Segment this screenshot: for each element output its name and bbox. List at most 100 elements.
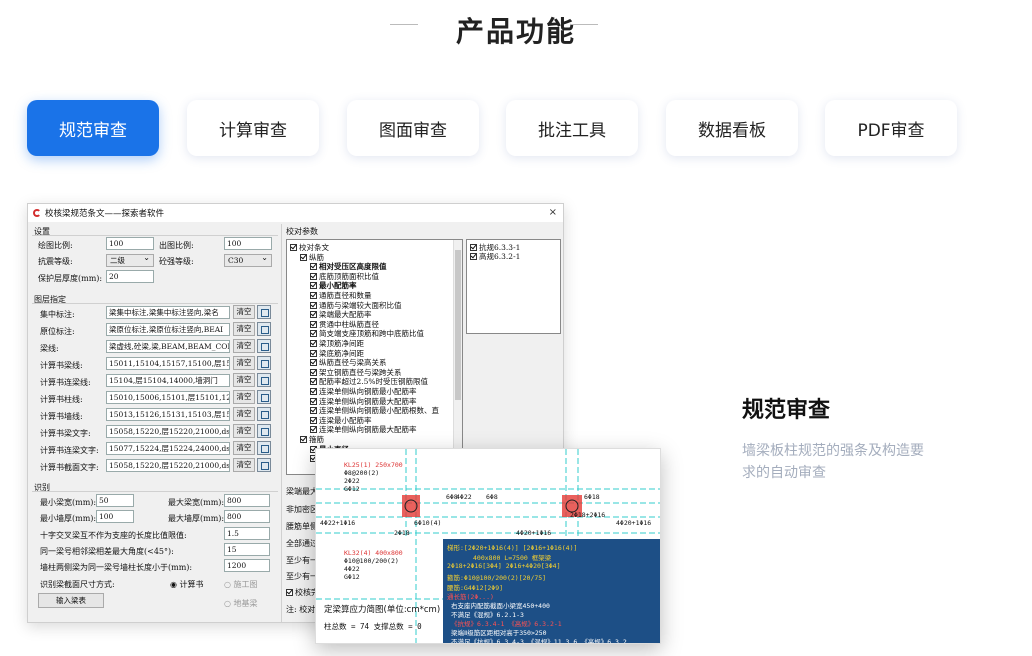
clear-button[interactable]: 清空 <box>233 339 255 353</box>
tab-calc-review[interactable]: 计算审查 <box>187 100 319 156</box>
checkbox-icon[interactable] <box>310 416 317 424</box>
radio-construction-drawing[interactable]: ○ 施工图 <box>224 579 258 590</box>
tree-item[interactable]: 配筋率超过2.5%时受压钢筋限值 <box>310 377 428 386</box>
tree-item[interactable]: 连梁单侧纵向钢筋最小配筋率 <box>310 387 417 396</box>
layer-row-input[interactable]: 15104,层15104,14000,墙洞门 <box>106 374 230 387</box>
tree-item[interactable]: 最小配筋率 <box>310 281 357 290</box>
pick-layer-icon[interactable] <box>257 441 271 455</box>
wall-length-input[interactable]: 1200 <box>224 559 270 572</box>
layer-row-input[interactable]: 梁原位标注,梁原位标注竖向,BEAI <box>106 323 230 336</box>
pick-layer-icon[interactable] <box>257 339 271 353</box>
checkbox-icon[interactable] <box>310 407 317 415</box>
list-item[interactable]: 高规6.3.2-1 <box>470 252 520 261</box>
pick-layer-icon[interactable] <box>257 407 271 421</box>
checkbox-icon[interactable] <box>310 292 317 299</box>
radio-foundation-beam[interactable]: ○ 地基梁 <box>224 598 258 609</box>
out-scale-input[interactable]: 100 <box>224 237 272 250</box>
tree-item[interactable]: 连梁最小配筋率 <box>310 416 372 425</box>
checkbox-icon[interactable] <box>310 340 317 347</box>
pick-layer-icon[interactable] <box>257 373 271 387</box>
tree-item[interactable]: 简支端支座顶筋和跨中底筋比值 <box>310 329 424 338</box>
concrete-select[interactable]: C30 <box>224 252 272 267</box>
checkbox-icon[interactable] <box>310 301 317 309</box>
tab-data-dashboard[interactable]: 数据看板 <box>666 100 798 156</box>
tree-item[interactable]: 纵筋 <box>300 253 324 262</box>
checkbox-icon[interactable] <box>310 330 317 338</box>
max-wall-thickness-input[interactable]: 800 <box>224 510 270 523</box>
tree-item[interactable]: 纵筋直径与梁高关系 <box>310 358 387 367</box>
checkbox-icon[interactable] <box>300 436 307 443</box>
checkbox-icon[interactable] <box>286 589 293 596</box>
checkbox-icon[interactable] <box>310 263 317 271</box>
checkbox-icon[interactable] <box>310 388 317 395</box>
code-reference-list[interactable]: 抗规6.3.3-1 高规6.3.2-1 <box>466 239 561 334</box>
tab-spec-review[interactable]: 规范审查 <box>27 100 159 156</box>
tree-item[interactable]: 贯通中柱纵筋直径 <box>310 320 379 329</box>
tree-item[interactable]: 底筋顶筋面积比值 <box>310 272 379 281</box>
clear-button[interactable]: 清空 <box>233 424 255 438</box>
pick-layer-icon[interactable] <box>257 356 271 370</box>
clear-button[interactable]: 清空 <box>233 441 255 455</box>
tab-pdf-review[interactable]: PDF审查 <box>825 100 957 156</box>
tree-scrollbar[interactable] <box>453 240 462 474</box>
tree-item[interactable]: 梁端最大配筋率 <box>310 310 372 319</box>
checkbox-icon[interactable] <box>290 244 297 251</box>
checkbox-icon[interactable] <box>310 426 317 434</box>
checkbox-icon[interactable] <box>310 282 317 290</box>
checkbox-icon[interactable] <box>310 368 317 376</box>
clear-button[interactable]: 清空 <box>233 356 255 370</box>
tree-item[interactable]: 通筋直径和数量 <box>310 291 372 300</box>
list-item[interactable]: 抗规6.3.3-1 <box>470 243 520 252</box>
checkbox-icon[interactable] <box>310 349 317 357</box>
checkbox-icon[interactable] <box>310 378 317 386</box>
radio-calc-book[interactable]: ◉ 计算书 <box>170 579 204 590</box>
pick-layer-icon[interactable] <box>257 322 271 336</box>
checkbox-icon[interactable] <box>300 253 307 261</box>
angle-input[interactable]: 15 <box>224 543 270 556</box>
min-wall-thickness-input[interactable]: 100 <box>96 510 134 523</box>
pick-layer-icon[interactable] <box>257 305 271 319</box>
tab-drawing-review[interactable]: 图面审查 <box>347 100 479 156</box>
pick-layer-icon[interactable] <box>257 424 271 438</box>
tree-item[interactable]: 通筋与梁端较大面积比值 <box>310 301 402 310</box>
cover-input[interactable]: 20 <box>106 270 154 283</box>
tab-annotation-tool[interactable]: 批注工具 <box>506 100 638 156</box>
tree-item[interactable]: 箍筋 <box>300 435 324 444</box>
checkbox-icon[interactable] <box>470 253 477 260</box>
checkbox-icon[interactable] <box>310 397 317 405</box>
checkbox-icon[interactable] <box>310 320 317 328</box>
tree-item[interactable]: 相对受压区高度限值 <box>310 262 387 271</box>
layer-row-input[interactable]: 15013,15126,15131,15103,层1510 <box>106 408 230 421</box>
clear-button[interactable]: 清空 <box>233 373 255 387</box>
tree-item[interactable]: 连梁单侧纵向钢筋最大配筋率 <box>310 397 417 406</box>
tree-item[interactable]: 校对条文 <box>290 243 329 252</box>
layer-row-input[interactable]: 15011,15104,15157,15100,层1510 <box>106 357 230 370</box>
check-items-tree[interactable]: 校对条文 纵筋 相对受压区高度限值 底筋顶筋面积比值 最小配筋率 通筋直径和数量 通筋与梁端… <box>286 239 463 475</box>
tree-item[interactable]: 架立钢筋直径与梁跨关系 <box>310 368 402 377</box>
checkbox-icon[interactable] <box>470 244 477 251</box>
layer-row-input[interactable]: 梁虚线,砼梁,梁,BEAM,BEAM_CON,B <box>106 340 230 353</box>
clear-button[interactable]: 清空 <box>233 305 255 319</box>
layer-row-input[interactable]: 15058,15220,层15220,21000,dspt <box>106 459 230 472</box>
layer-row-input[interactable]: 15010,15006,15101,层15101,1200 <box>106 391 230 404</box>
checkbox-icon[interactable] <box>310 311 317 319</box>
clear-button[interactable]: 清空 <box>233 407 255 421</box>
scale-input[interactable]: 100 <box>106 237 154 250</box>
min-beam-width-input[interactable]: 50 <box>96 494 134 507</box>
input-beam-table-button[interactable]: 输入梁表 <box>38 593 104 608</box>
clear-button[interactable]: 清空 <box>233 458 255 472</box>
layer-row-input[interactable]: 梁集中标注,梁集中标注竖向,梁名 <box>106 306 230 319</box>
checkbox-icon[interactable] <box>310 359 317 367</box>
scrollbar-thumb[interactable] <box>455 250 461 400</box>
clear-button[interactable]: 清空 <box>233 390 255 404</box>
tree-item[interactable]: 梁底筋净间距 <box>310 349 364 358</box>
checkbox-icon[interactable] <box>310 272 317 280</box>
tree-item[interactable]: 连梁单侧纵向钢筋最小配筋根数、直 <box>310 406 439 415</box>
tree-item[interactable]: 梁顶筋净间距 <box>310 339 364 348</box>
cross-ratio-input[interactable]: 1.5 <box>224 527 270 540</box>
layer-row-input[interactable]: 15077,15224,层15224,24000,dspt <box>106 442 230 455</box>
clear-button[interactable]: 清空 <box>233 322 255 336</box>
pick-layer-icon[interactable] <box>257 390 271 404</box>
pick-layer-icon[interactable] <box>257 458 271 472</box>
layer-row-input[interactable]: 15058,15220,层15220,21000,dspt <box>106 425 230 438</box>
